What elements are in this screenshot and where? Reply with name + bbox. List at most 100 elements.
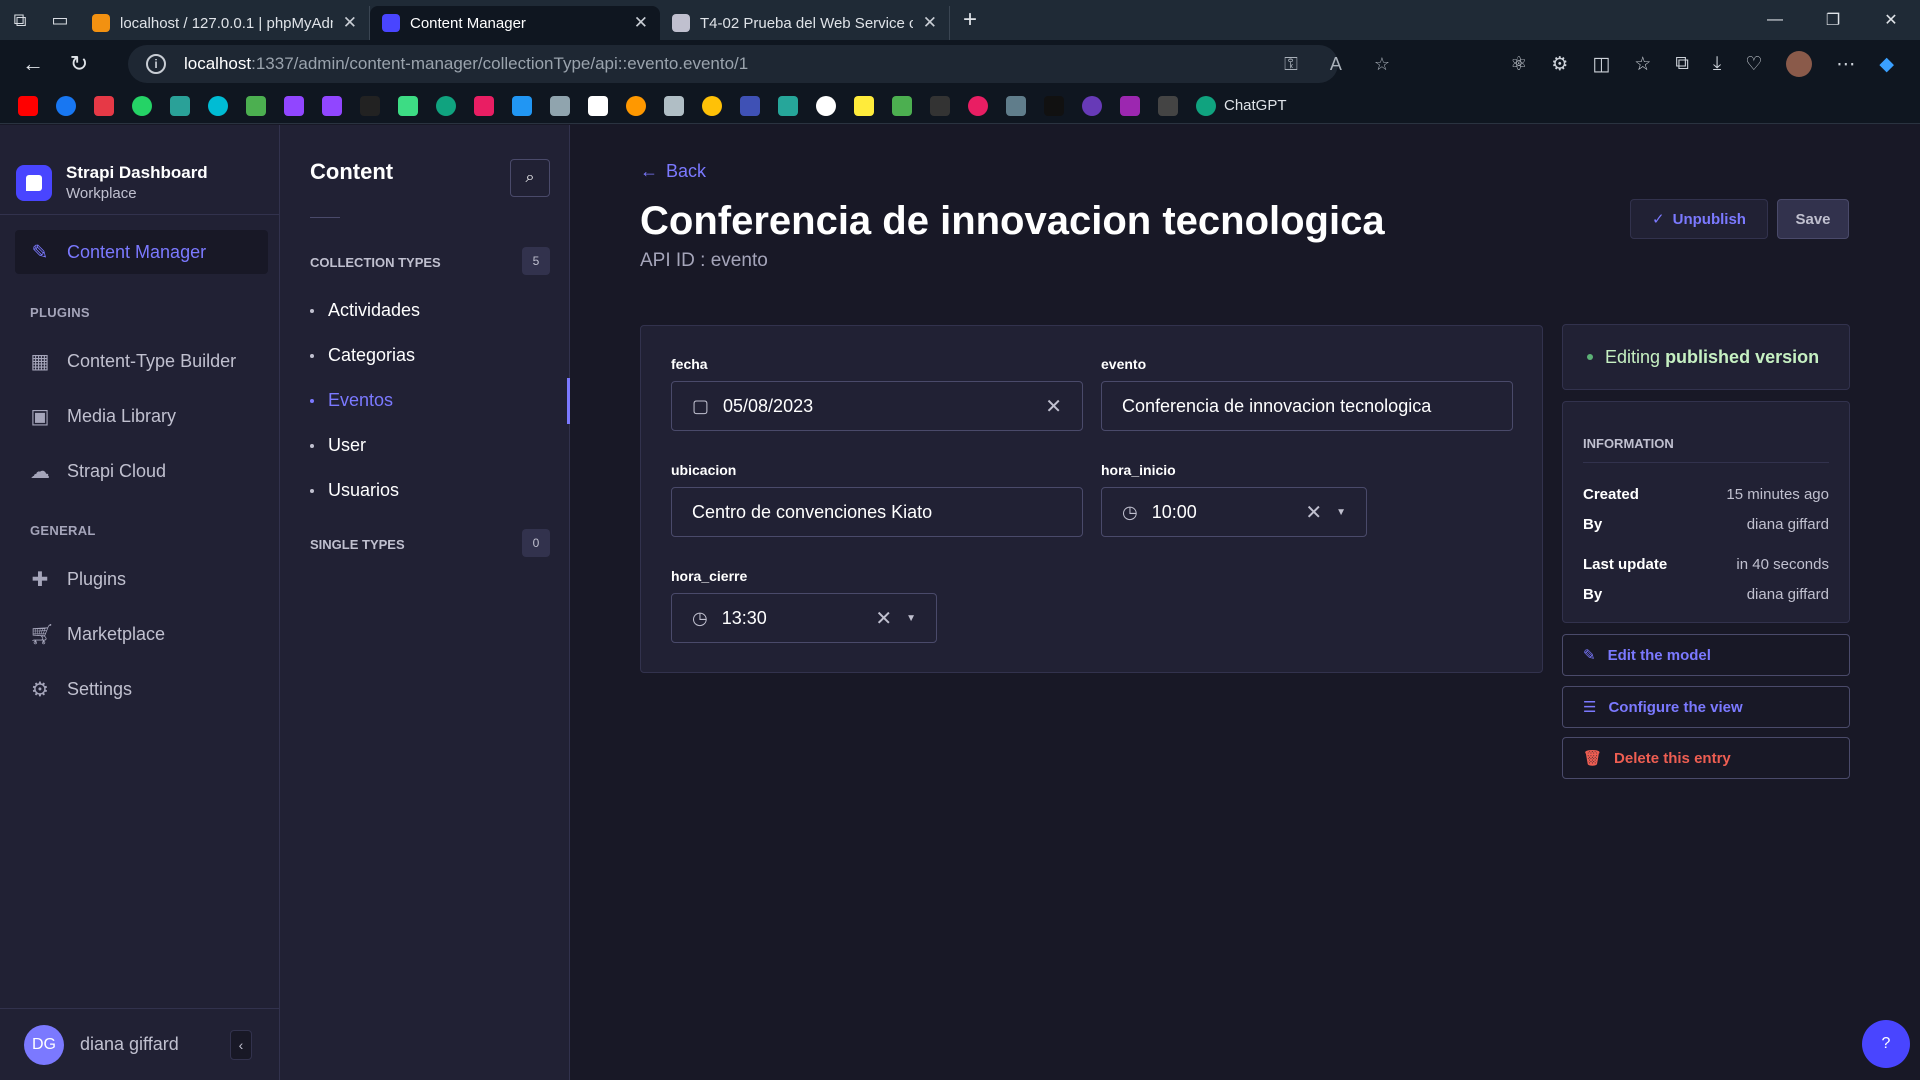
caret-down-icon[interactable]: ▼ <box>906 613 916 624</box>
hora-inicio-time-picker[interactable]: ◷ 10:00 ✕ ▼ <box>1101 487 1367 537</box>
react-devtools-icon[interactable]: ⚛ <box>1510 53 1527 76</box>
nav-item-content-manager[interactable]: ✎ Content Manager <box>15 230 268 274</box>
bookmark-icon[interactable] <box>398 95 418 116</box>
new-tab-button[interactable]: + <box>950 6 990 34</box>
bookmark-icon[interactable] <box>626 95 646 116</box>
x-bookmark-icon[interactable] <box>360 95 380 116</box>
minimize-icon[interactable]: — <box>1746 0 1804 40</box>
sub-nav-item-user[interactable]: User <box>310 435 366 456</box>
bookmark-icon[interactable] <box>1006 95 1026 116</box>
bookmark-icon[interactable] <box>854 95 874 116</box>
close-tab-icon[interactable]: ✕ <box>343 13 357 33</box>
clear-time-icon[interactable]: ✕ <box>1305 500 1322 525</box>
back-link[interactable]: ← Back <box>640 161 706 182</box>
evento-value: Conferencia de innovacion tecnologica <box>1122 395 1432 416</box>
edit-model-button[interactable]: ✎ Edit the model <box>1562 634 1850 676</box>
close-tab-icon[interactable]: ✕ <box>923 13 937 33</box>
workspaces-icon[interactable]: ⧉ <box>0 0 40 40</box>
sub-nav-item-label: Actividades <box>328 300 421 320</box>
collections-icon[interactable]: ⧉ <box>1675 53 1689 75</box>
nav-item-media-library[interactable]: ▣ Media Library <box>15 394 268 438</box>
configure-view-button[interactable]: ☰ Configure the view <box>1562 686 1850 728</box>
evento-input[interactable]: Conferencia de innovacion tecnologica <box>1101 381 1513 431</box>
help-button[interactable]: ? <box>1862 1020 1910 1068</box>
browser-tab-content-manager[interactable]: Content Manager ✕ <box>370 6 660 40</box>
browser-tab-phpmyadmin[interactable]: localhost / 127.0.0.1 | phpMyAdm ✕ <box>80 6 370 40</box>
bookmark-icon[interactable] <box>550 95 570 116</box>
reload-icon[interactable]: ↻ <box>56 51 102 77</box>
sub-nav-item-actividades[interactable]: Actividades <box>310 300 420 321</box>
back-arrow-icon[interactable]: ← <box>10 51 56 77</box>
sub-nav-item-label: Eventos <box>328 390 394 410</box>
downloads-icon[interactable]: ⤓ <box>1713 53 1721 75</box>
nav-item-marketplace[interactable]: 🛒︎ Marketplace <box>15 612 268 656</box>
url-field[interactable]: i localhost:1337/admin/content-manager/c… <box>128 45 1338 83</box>
bookmark-icon[interactable] <box>930 95 950 116</box>
bookmark-icon[interactable] <box>664 95 684 116</box>
facebook-bookmark-icon[interactable] <box>56 95 76 116</box>
clear-date-icon[interactable]: ✕ <box>1045 394 1062 419</box>
profile-avatar-icon[interactable] <box>1786 51 1813 77</box>
bookmark-icon[interactable] <box>1082 95 1102 116</box>
bookmark-icon[interactable] <box>588 95 608 116</box>
bookmark-icon[interactable] <box>1158 95 1178 116</box>
configure-view-label: Configure the view <box>1608 698 1743 716</box>
bookmark-icon[interactable] <box>778 95 798 116</box>
bookmark-icon[interactable] <box>702 95 722 116</box>
nav-item-plugins[interactable]: ✚ Plugins <box>15 557 268 601</box>
ubicacion-input[interactable]: Centro de convenciones Kiato <box>671 487 1083 537</box>
copilot-icon[interactable]: ◆ <box>1879 53 1894 76</box>
unpublish-button[interactable]: ✓ Unpublish <box>1630 199 1768 239</box>
caret-down-icon[interactable]: ▼ <box>1336 507 1346 518</box>
sub-nav-item-eventos[interactable]: Eventos <box>310 390 393 411</box>
bookmark-icon[interactable] <box>1120 95 1140 116</box>
restore-icon[interactable]: ❐ <box>1804 0 1862 40</box>
heart-bookmark-icon[interactable] <box>474 95 494 116</box>
chatgpt-bookmark-icon[interactable] <box>436 95 456 116</box>
bookmark-icon[interactable] <box>512 95 532 116</box>
close-window-icon[interactable]: ✕ <box>1862 0 1920 40</box>
bookmark-icon[interactable] <box>94 95 114 116</box>
bookmark-icon[interactable] <box>170 95 190 116</box>
tab-actions-icon[interactable]: ▭ <box>40 0 80 40</box>
split-screen-icon[interactable]: ◫ <box>1592 53 1610 76</box>
hora-cierre-label: hora_cierre <box>671 568 748 584</box>
bookmark-icon[interactable] <box>892 95 912 116</box>
browser-tab-prueba[interactable]: T4-02 Prueba del Web Service co ✕ <box>660 6 950 40</box>
clear-time-icon[interactable]: ✕ <box>875 606 892 631</box>
whatsapp-bookmark-icon[interactable] <box>132 95 152 116</box>
browser-toolbar-icons: ⚛ ⚙ ◫ ☆ ⧉ ⤓ ♡ ⋯ ◆ <box>1510 40 1894 88</box>
sub-nav-item-categorias[interactable]: Categorias <box>310 345 415 366</box>
more-menu-icon[interactable]: ⋯ <box>1836 53 1855 76</box>
delete-entry-button[interactable]: 🗑︎ Delete this entry <box>1562 737 1850 779</box>
collapse-nav-button[interactable]: ‹ <box>230 1029 252 1060</box>
twitch-bookmark-icon[interactable] <box>322 95 342 116</box>
extensions-icon[interactable]: ⚙ <box>1551 53 1568 76</box>
performance-icon[interactable]: ♡ <box>1745 53 1762 76</box>
twitch-bookmark-icon[interactable] <box>284 95 304 116</box>
hora-cierre-time-picker[interactable]: ◷ 13:30 ✕ ▼ <box>671 593 937 643</box>
search-button[interactable]: ⌕ <box>510 159 550 197</box>
save-button[interactable]: Save <box>1777 199 1849 239</box>
bookmark-icon[interactable] <box>208 95 228 116</box>
youtube-bookmark-icon[interactable] <box>18 95 38 116</box>
favorites-icon[interactable]: ☆ <box>1634 53 1651 76</box>
fecha-date-picker[interactable]: ▢ 05/08/2023 ✕ <box>671 381 1083 431</box>
information-card: INFORMATION Created 15 minutes ago By di… <box>1562 401 1850 623</box>
bookmark-icon[interactable] <box>246 95 266 116</box>
nav-item-settings[interactable]: ⚙ Settings <box>15 667 268 711</box>
bookmark-icon[interactable] <box>968 95 988 116</box>
nav-item-strapi-cloud[interactable]: ☁ Strapi Cloud <box>15 449 268 493</box>
site-info-icon[interactable]: i <box>146 54 166 74</box>
key-icon[interactable]: ⚿ <box>1284 54 1298 75</box>
read-aloud-icon[interactable]: A <box>1330 54 1342 75</box>
sub-nav-item-usuarios[interactable]: Usuarios <box>310 480 399 501</box>
nav-item-content-type-builder[interactable]: ▦ Content-Type Builder <box>15 339 268 383</box>
chatgpt-bookmark[interactable]: ChatGPT <box>1196 95 1287 116</box>
bookmark-icon[interactable] <box>740 95 760 116</box>
close-tab-icon[interactable]: ✕ <box>634 13 648 33</box>
bookmark-icon[interactable] <box>1044 95 1064 116</box>
favorite-star-icon[interactable]: ☆ <box>1374 54 1390 75</box>
bookmark-icon[interactable] <box>816 95 836 116</box>
user-menu[interactable]: DG diana giffard ‹ <box>0 1008 280 1080</box>
